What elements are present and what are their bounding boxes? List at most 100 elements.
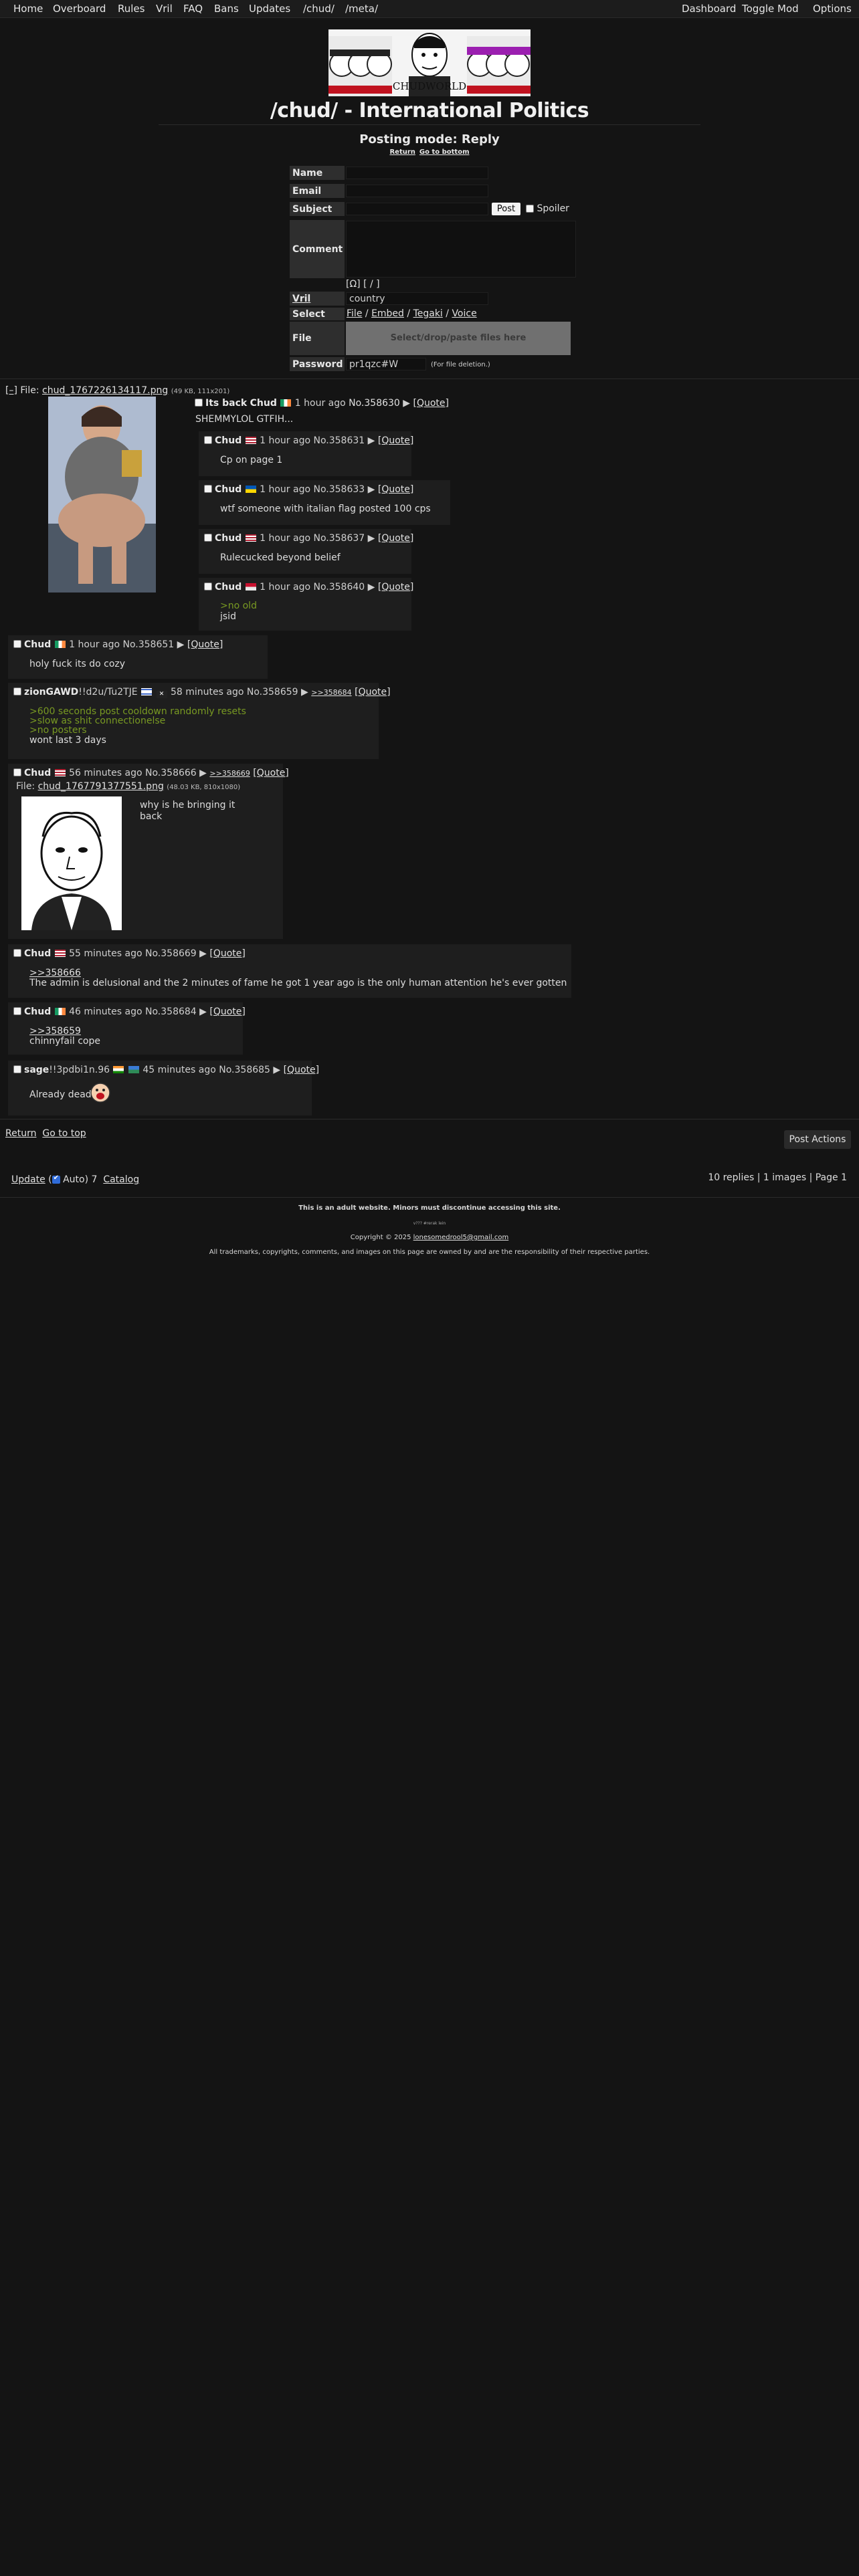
name-input[interactable]: [346, 167, 488, 179]
post-select-checkbox[interactable]: [204, 485, 212, 493]
return-link[interactable]: Return: [389, 148, 415, 156]
post-menu-arrow-icon[interactable]: ▶: [301, 687, 308, 697]
select-tegaki-tab[interactable]: Tegaki: [413, 308, 443, 319]
catalog-link[interactable]: Catalog: [103, 1174, 139, 1185]
quote-link[interactable]: [Quote]: [355, 687, 390, 697]
email-input[interactable]: [346, 185, 488, 197]
thread-hide-toggle[interactable]: [–]: [5, 385, 17, 396]
nav-toggle-mod[interactable]: Toggle Mod: [742, 3, 799, 15]
post-number[interactable]: No.358640: [314, 582, 365, 593]
post-number[interactable]: No.358684: [145, 1006, 197, 1017]
backlink[interactable]: >>358684: [311, 688, 351, 697]
subject-input[interactable]: [346, 203, 488, 215]
post-number[interactable]: No.358633: [314, 484, 365, 495]
post-select-checkbox[interactable]: [204, 534, 212, 542]
reply-thumbnail[interactable]: [21, 796, 122, 930]
post-select-checkbox[interactable]: [13, 949, 21, 957]
op-post-number[interactable]: No.358630: [349, 398, 400, 409]
bottom-nav: Return Go to top: [5, 1128, 86, 1139]
post-select-checkbox[interactable]: [13, 687, 21, 695]
country-flag-icon: [245, 583, 256, 591]
nav-overboard[interactable]: Overboard: [53, 3, 106, 15]
op-file-link[interactable]: chud_1767226134117.png: [42, 385, 168, 396]
go-to-top-link[interactable]: Go to top: [42, 1128, 86, 1139]
formatting-tools[interactable]: [Ω] [ / ]: [346, 279, 380, 290]
post-menu-arrow-icon[interactable]: ▶: [177, 639, 185, 650]
quote-link[interactable]: [Quote]: [187, 639, 223, 650]
post-select-checkbox[interactable]: [13, 768, 21, 776]
post-menu-arrow-icon[interactable]: ▶: [199, 1006, 207, 1017]
quote-link[interactable]: [Quote]: [378, 484, 413, 495]
nav-home[interactable]: Home: [13, 3, 43, 15]
quote-link[interactable]: [Quote]: [284, 1065, 319, 1075]
reply-file-info: File: chud_1767791377551.png (48.03 KB, …: [16, 781, 240, 792]
password-input[interactable]: pr1qzc#W: [346, 358, 426, 370]
post-number[interactable]: No.358631: [314, 435, 365, 446]
post-number[interactable]: No.358637: [314, 533, 365, 544]
quote-link[interactable]: [Quote]: [209, 948, 245, 959]
quote-link[interactable]: [Quote]: [378, 435, 413, 446]
post-select-checkbox[interactable]: [13, 640, 21, 648]
post-select-checkbox[interactable]: [13, 1065, 21, 1073]
nav-board-chud[interactable]: /chud/: [303, 3, 335, 15]
label-vril[interactable]: Vril: [290, 292, 345, 306]
select-voice-tab[interactable]: Voice: [452, 308, 476, 319]
nav-faq[interactable]: FAQ: [183, 3, 203, 15]
post-select-checkbox[interactable]: [204, 582, 212, 591]
post-number[interactable]: No.358669: [145, 948, 197, 959]
contact-email-link[interactable]: lonesomedrool5@gmail.com: [413, 1234, 509, 1241]
auto-update-checkbox[interactable]: ✔: [52, 1174, 60, 1184]
spoiler-option[interactable]: Spoiler: [526, 203, 569, 214]
nav-board-meta[interactable]: /meta/: [345, 3, 378, 15]
nav-rules[interactable]: Rules: [118, 3, 145, 15]
label-name: Name: [290, 166, 345, 180]
post-button[interactable]: Post: [492, 203, 520, 215]
op-menu-arrow-icon[interactable]: ▶: [403, 398, 410, 409]
board-banner[interactable]: CHUDWORLD: [328, 29, 531, 96]
post-menu-arrow-icon[interactable]: ▶: [199, 948, 207, 959]
select-embed-tab[interactable]: Embed: [371, 308, 404, 319]
post-menu-arrow-icon[interactable]: ▶: [368, 435, 375, 446]
post-select-checkbox[interactable]: [204, 436, 212, 444]
us-flag-icon: [54, 769, 66, 776]
nav-dashboard[interactable]: Dashboard: [682, 3, 736, 15]
backlink[interactable]: >>358669: [209, 769, 250, 778]
post-number[interactable]: No.358659: [247, 687, 298, 697]
post-actions-button[interactable]: Post Actions: [784, 1130, 851, 1149]
spoiler-checkbox[interactable]: [526, 205, 534, 213]
board-title: /chud/ - International Politics: [270, 99, 589, 122]
post-number[interactable]: No.358685: [219, 1065, 270, 1075]
post-number[interactable]: No.358651: [123, 639, 175, 650]
post-number[interactable]: No.358666: [145, 768, 197, 778]
go-to-bottom-link[interactable]: Go to bottom: [419, 148, 470, 156]
quote-link[interactable]: [Quote]: [253, 768, 288, 778]
post-menu-arrow-icon[interactable]: ▶: [368, 582, 375, 593]
op-select-checkbox[interactable]: [195, 399, 203, 407]
op-quote-link[interactable]: [Quote]: [413, 398, 449, 409]
quote-link[interactable]: [Quote]: [378, 533, 413, 544]
greentext-line: >no old: [220, 601, 257, 611]
quote-link[interactable]: [Quote]: [378, 582, 413, 593]
nav-updates[interactable]: Updates: [249, 3, 290, 15]
post-time: 58 minutes ago: [171, 687, 244, 697]
post-menu-arrow-icon[interactable]: ▶: [368, 533, 375, 544]
post-menu-arrow-icon[interactable]: ▶: [273, 1065, 280, 1075]
nav-bans[interactable]: Bans: [214, 3, 239, 15]
file-meta: (48.03 KB, 810x1080): [167, 784, 241, 791]
update-link[interactable]: Update: [11, 1174, 45, 1185]
nav-vril[interactable]: Vril: [156, 3, 173, 15]
post-menu-arrow-icon[interactable]: ▶: [368, 484, 375, 495]
label-file: File: [290, 322, 345, 355]
quote-link[interactable]: [Quote]: [209, 1006, 245, 1017]
op-thumbnail[interactable]: [48, 397, 156, 593]
post-select-checkbox[interactable]: [13, 1007, 21, 1015]
select-file-tab[interactable]: File: [347, 308, 362, 319]
post-menu-arrow-icon[interactable]: ▶: [199, 768, 207, 778]
file-link[interactable]: chud_1767791377551.png: [38, 781, 164, 792]
vril-select[interactable]: country: [346, 292, 488, 305]
nav-options[interactable]: Options: [813, 3, 852, 15]
comment-textarea[interactable]: [346, 221, 576, 278]
file-prefix: File:: [16, 781, 35, 792]
return-link[interactable]: Return: [5, 1128, 36, 1139]
file-dropzone[interactable]: Select/drop/paste files here: [346, 322, 571, 355]
